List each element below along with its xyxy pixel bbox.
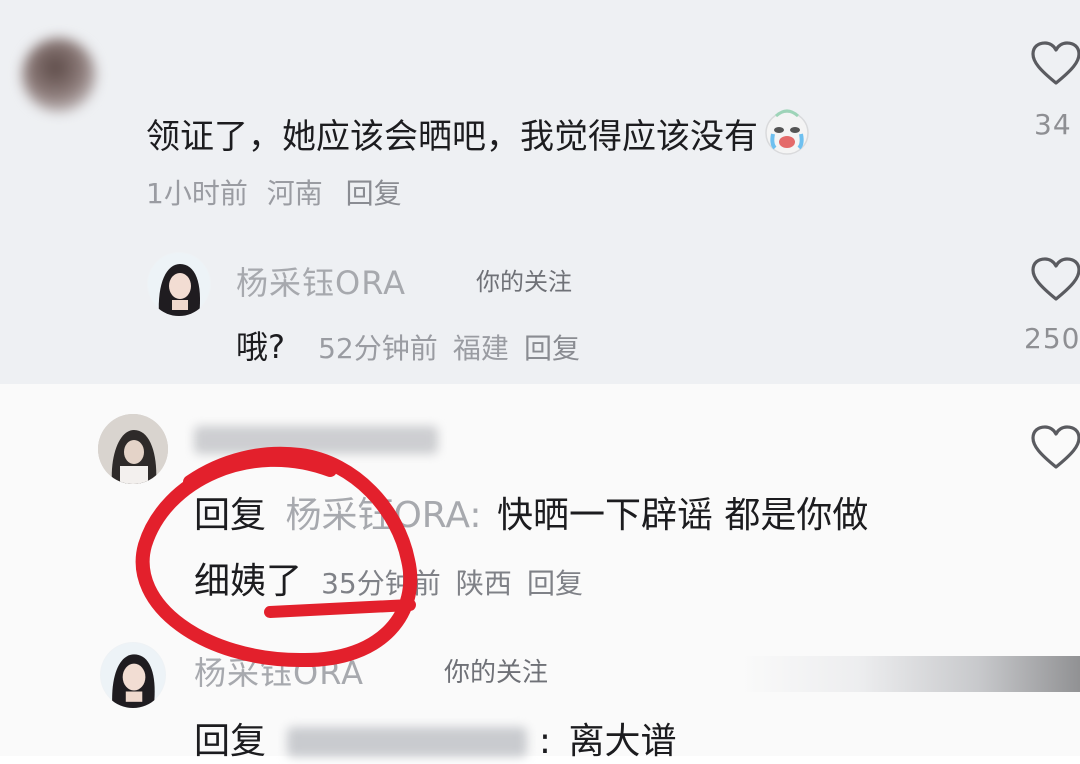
reply-author[interactable]: 杨采钰ORA: [194, 648, 364, 694]
reply-author[interactable]: 杨采钰ORA: [236, 258, 406, 304]
reply-button[interactable]: 回复: [346, 177, 402, 210]
like-button[interactable]: [1030, 424, 1080, 470]
comment-location: 河南: [266, 177, 323, 210]
reply-location: 福建: [452, 332, 509, 365]
like-count: 34: [1034, 108, 1072, 141]
comment-body-cont: 细姨了: [194, 561, 303, 602]
avatar[interactable]: [147, 252, 211, 316]
crying-emoji-icon: [762, 106, 812, 165]
like-button[interactable]: [1030, 40, 1080, 86]
avatar[interactable]: [100, 642, 166, 708]
avatar[interactable]: [22, 38, 96, 112]
comment-body: 快晒一下辟谣 都是你做: [496, 495, 869, 536]
heart-outline-icon: [1031, 425, 1080, 469]
reply-button[interactable]: 回复: [527, 567, 583, 600]
comment-time: 35分钟前: [321, 567, 441, 600]
heart-outline-icon: [1031, 41, 1080, 85]
comment-text: 领证了，她应该会晒吧，我觉得应该没有: [146, 106, 812, 165]
comment-meta: 1小时前 河南 回复: [146, 172, 402, 212]
reply-prefix: 回复: [194, 495, 267, 536]
reply-to-name[interactable]: 杨采钰ORA:: [285, 495, 481, 536]
reply-body: 哦?: [236, 328, 285, 366]
avatar[interactable]: [98, 414, 168, 484]
comment-text: 回复 杨采钰ORA: 快晒一下辟谣 都是你做: [194, 486, 868, 538]
reply-to-name[interactable]: [287, 727, 528, 757]
reply-button[interactable]: 回复: [524, 332, 580, 365]
following-tag: 你的关注: [444, 658, 549, 688]
following-tag: 你的关注: [476, 268, 572, 296]
comment-time: 1小时前: [146, 177, 248, 210]
comment-body: 领证了，她应该会晒吧，我觉得应该没有: [146, 117, 758, 157]
scroll-artifact: [740, 656, 1080, 692]
like-count: 250: [1024, 322, 1080, 355]
heart-outline-icon: [1031, 257, 1080, 301]
reply-time: 52分钟前: [318, 332, 438, 365]
reply-line: 回复 : 离大谱: [194, 712, 677, 764]
comment-location: 陕西: [455, 567, 512, 600]
reply-line: 哦? 52分钟前 福建 回复: [236, 322, 580, 368]
comment-line-2: 细姨了 35分钟前 陕西 回复: [194, 552, 583, 604]
comment-author[interactable]: [194, 420, 444, 456]
like-button[interactable]: [1030, 256, 1080, 302]
